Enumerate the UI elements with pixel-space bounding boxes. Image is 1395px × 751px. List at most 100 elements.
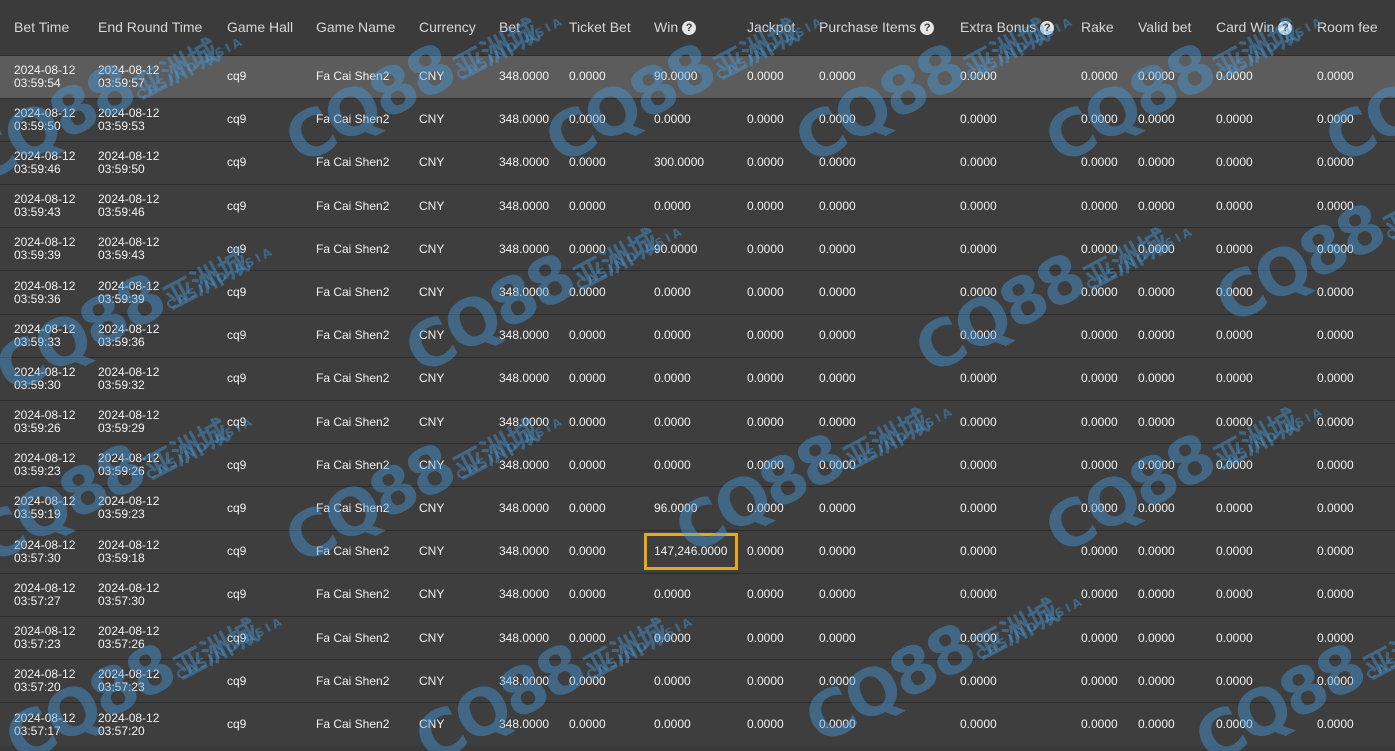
cell-card-win: 0.0000 (1216, 630, 1253, 645)
cell-room-fee: 0.0000 (1317, 717, 1354, 732)
column-header-extra-bonus[interactable]: Extra Bonus? (946, 0, 1067, 55)
table-row[interactable]: 2024-08-12 03:57:20 2024-08-12 03:57:23 cq9 F… (0, 659, 1395, 703)
help-icon[interactable]: ? (920, 21, 935, 36)
table-row[interactable]: 2024-08-12 03:57:23 2024-08-12 03:57:26 cq9 F… (0, 616, 1395, 660)
cell-ticket-bet: 0.0000 (569, 717, 606, 732)
cell-jackpot: 0.0000 (747, 328, 784, 343)
cell-purchase: 0.0000 (819, 285, 856, 300)
cell-ticket-bet: 0.0000 (569, 155, 606, 170)
cell-purchase: 0.0000 (819, 155, 856, 170)
cell-date: 2024-08-12 (14, 710, 76, 725)
cell-bet-time: 2024-08-12 03:59:23 (0, 444, 84, 487)
cell-bet-time: 2024-08-12 03:57:27 (0, 573, 84, 616)
cell-currency: CNY (419, 371, 445, 386)
cell-ticket-bet: 0.0000 (569, 457, 606, 472)
column-header-rake[interactable]: Rake (1067, 0, 1124, 55)
column-header-game-hall[interactable]: Game Hall (213, 0, 302, 55)
cell-ticket-bet: 0.0000 (569, 285, 606, 300)
column-header-label: Currency (419, 19, 476, 36)
cell-time: 03:57:20 (14, 680, 61, 695)
column-header-label: Game Hall (227, 19, 294, 36)
cell-ticket-bet: 0.0000 (569, 371, 606, 386)
table-row[interactable]: 2024-08-12 03:57:17 2024-08-12 03:57:20 cq9 F… (0, 702, 1395, 746)
table-row[interactable]: 2024-08-12 03:59:30 2024-08-12 03:59:32 cq9 F… (0, 357, 1395, 401)
cell-bet: 348.0000 (499, 717, 550, 732)
cell-time: 03:57:30 (14, 550, 61, 565)
column-header-jackpot[interactable]: Jackpot (733, 0, 805, 55)
cell-valid-bet: 0.0000 (1138, 630, 1175, 645)
cell-room-fee: 0.0000 (1317, 457, 1354, 472)
cell-jackpot: 0.0000 (747, 285, 784, 300)
table-row[interactable]: 2024-08-12 03:59:39 2024-08-12 03:59:43 cq9 F… (0, 227, 1395, 271)
table-row[interactable]: 2024-08-12 03:59:23 2024-08-12 03:59:26 cq9 F… (0, 443, 1395, 487)
cell-jackpot: 0.0000 (747, 155, 784, 170)
cell-jackpot: 0.0000 (747, 717, 784, 732)
cell-game: Fa Cai Shen2 (316, 241, 390, 256)
cell-jackpot: 0.0000 (747, 544, 784, 559)
table-row[interactable]: 2024-08-12 03:59:46 2024-08-12 03:59:50 cq9 F… (0, 141, 1395, 185)
help-icon[interactable]: ? (1278, 21, 1293, 36)
table-row[interactable]: 2024-08-12 03:59:43 2024-08-12 03:59:46 cq9 F… (0, 184, 1395, 228)
cell-time: 03:57:20 (98, 723, 145, 738)
table-row[interactable]: 2024-08-12 03:57:27 2024-08-12 03:57:30 cq9 F… (0, 573, 1395, 617)
column-header-ticket-bet[interactable]: Ticket Bet (555, 0, 640, 55)
cell-ticket-bet: 0.0000 (569, 328, 606, 343)
cell-currency: CNY (419, 328, 445, 343)
cell-rake: 0.0000 (1081, 630, 1118, 645)
cell-bet-time: 2024-08-12 03:59:36 (0, 271, 84, 314)
cell-date: 2024-08-12 (98, 105, 160, 120)
cell-room-fee: 0.0000 (1317, 371, 1354, 386)
cell-time: 03:59:32 (98, 377, 145, 392)
cell-extra-bonus: 0.0000 (960, 371, 997, 386)
column-header-end-round-time[interactable]: End Round Time (84, 0, 213, 55)
cell-card-win: 0.0000 (1216, 500, 1253, 515)
cell-extra-bonus: 0.0000 (960, 285, 997, 300)
table-row[interactable]: 2024-08-12 03:59:19 2024-08-12 03:59:23 cq9 F… (0, 486, 1395, 531)
cell-bet: 348.0000 (499, 500, 550, 515)
cell-rake: 0.0000 (1081, 69, 1118, 84)
cell-rake: 0.0000 (1081, 328, 1118, 343)
cell-valid-bet: 0.0000 (1138, 500, 1175, 515)
cell-win: 96.0000 (654, 500, 698, 515)
cell-bet-time: 2024-08-12 03:59:50 (0, 98, 84, 141)
cell-card-win: 0.0000 (1216, 69, 1253, 84)
column-header-bet-time[interactable]: Bet Time (0, 0, 84, 55)
column-header-room-fee[interactable]: Room fee (1303, 0, 1395, 55)
cell-hall: cq9 (227, 285, 247, 300)
cell-date: 2024-08-12 (14, 278, 76, 293)
help-icon[interactable]: ? (682, 21, 697, 36)
table-row[interactable]: 2024-08-12 03:59:33 2024-08-12 03:59:36 cq9 F… (0, 314, 1395, 358)
table-row[interactable]: 2024-08-12 03:59:54 2024-08-12 03:59:57 cq9 F… (0, 55, 1395, 99)
cell-hall: cq9 (227, 457, 247, 472)
column-header-label: Room fee (1317, 19, 1378, 36)
cell-date: 2024-08-12 (98, 321, 160, 336)
cell-bet-time: 2024-08-12 03:59:30 (0, 357, 84, 400)
table-row[interactable]: 2024-08-12 03:57:30 2024-08-12 03:59:18 cq9 F… (0, 530, 1395, 574)
cell-purchase: 0.0000 (819, 673, 856, 688)
cell-time: 03:59:36 (98, 334, 145, 349)
cell-bet-time: 2024-08-12 03:59:46 (0, 141, 84, 184)
cell-bet-time: 2024-08-12 03:59:33 (0, 314, 84, 357)
table-row[interactable]: 2024-08-12 03:59:36 2024-08-12 03:59:39 cq9 F… (0, 270, 1395, 315)
table-row[interactable]: 2024-08-12 03:59:50 2024-08-12 03:59:53 cq9 F… (0, 98, 1395, 142)
cell-extra-bonus: 0.0000 (960, 673, 997, 688)
cell-purchase: 0.0000 (819, 500, 856, 515)
column-header-valid-bet[interactable]: Valid bet (1124, 0, 1202, 55)
table-row[interactable]: 2024-08-12 03:59:26 2024-08-12 03:59:29 cq9 F… (0, 400, 1395, 444)
help-icon[interactable]: ? (1040, 21, 1055, 36)
table-body: 2024-08-12 03:59:54 2024-08-12 03:59:57 cq9 F… (0, 55, 1395, 746)
cell-date: 2024-08-12 (98, 62, 160, 77)
cell-room-fee: 0.0000 (1317, 673, 1354, 688)
cell-bet: 348.0000 (499, 285, 550, 300)
cell-game: Fa Cai Shen2 (316, 285, 390, 300)
column-header-win[interactable]: Win? (640, 0, 733, 55)
column-header-purchase-items[interactable]: Purchase Items? (805, 0, 946, 55)
cell-time: 03:57:17 (14, 723, 61, 738)
cell-date: 2024-08-12 (98, 710, 160, 725)
column-header-currency[interactable]: Currency (405, 0, 485, 55)
column-header-bet[interactable]: Bet (485, 0, 555, 55)
cell-jackpot: 0.0000 (747, 371, 784, 386)
cell-extra-bonus: 0.0000 (960, 457, 997, 472)
column-header-game-name[interactable]: Game Name (302, 0, 405, 55)
column-header-card-win[interactable]: Card Win? (1202, 0, 1303, 55)
